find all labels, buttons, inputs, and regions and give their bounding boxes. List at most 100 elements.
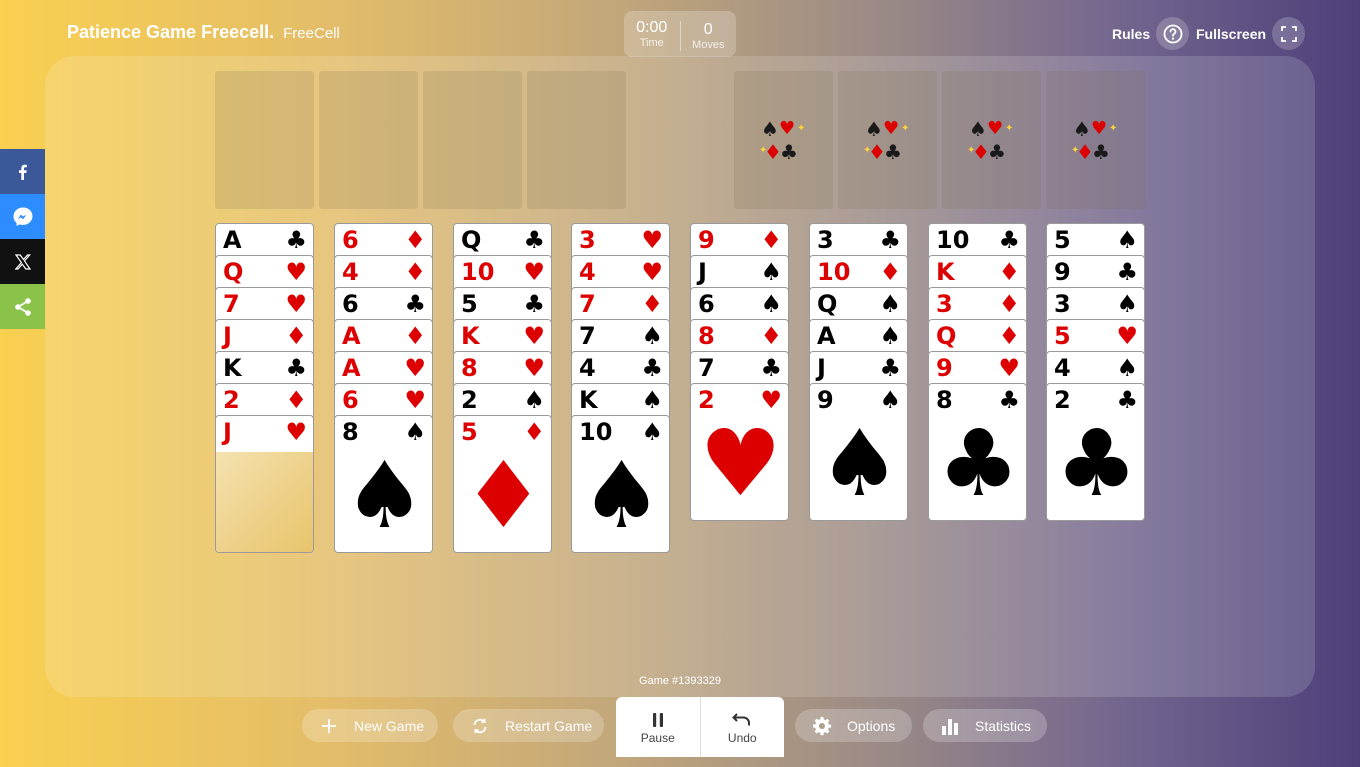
card-suit-large: ♣ bbox=[1055, 410, 1138, 517]
statistics-button[interactable]: Statistics bbox=[923, 709, 1047, 742]
card-suit: ♥ bbox=[641, 258, 663, 286]
card-suit: ♠ bbox=[879, 322, 901, 350]
svg-text:✦: ✦ bbox=[901, 123, 909, 134]
foundation-pile[interactable]: ♠ ♥ ♦ ♣ ✦ ✦ bbox=[838, 71, 937, 209]
fullscreen-label: Fullscreen bbox=[1196, 25, 1267, 42]
playing-card[interactable]: 8 ♠ ♠ bbox=[334, 415, 433, 553]
svg-text:✦: ✦ bbox=[760, 145, 767, 156]
card-rank: 4 bbox=[1054, 354, 1071, 382]
svg-text:♣: ♣ bbox=[884, 140, 902, 163]
plus-icon bbox=[318, 715, 340, 737]
pause-label: Pause bbox=[640, 731, 675, 745]
svg-text:♠: ♠ bbox=[865, 117, 883, 141]
playing-card[interactable]: 10 ♠ ♠ bbox=[571, 415, 670, 553]
time-value: 0:00 bbox=[636, 19, 668, 36]
brand-subtitle: FreeCell bbox=[283, 25, 340, 42]
fullscreen-button[interactable]: Fullscreen bbox=[1196, 17, 1306, 50]
free-cell[interactable] bbox=[319, 71, 418, 209]
free-cell[interactable] bbox=[215, 71, 314, 209]
card-suit: ♦ bbox=[760, 226, 782, 254]
share-icon[interactable] bbox=[0, 284, 45, 329]
card-suit: ♠ bbox=[760, 290, 782, 318]
card-rank: Q bbox=[817, 290, 838, 318]
moves-value: 0 bbox=[703, 21, 713, 38]
card-rank: J bbox=[698, 258, 707, 286]
card-suit: ♥ bbox=[998, 354, 1020, 382]
playing-card[interactable]: 2 ♣ ♣ bbox=[1046, 383, 1145, 521]
moves-label: Moves bbox=[692, 39, 725, 51]
restart-game-label: Restart Game bbox=[505, 717, 593, 734]
card-rank: 3 bbox=[817, 226, 834, 254]
undo-button[interactable]: Undo bbox=[699, 697, 785, 757]
svg-text:✦: ✦ bbox=[1005, 123, 1013, 134]
card-suit-large: ♣ bbox=[937, 410, 1020, 517]
card-rank: A bbox=[817, 322, 836, 350]
card-suit-large: ♦ bbox=[462, 442, 545, 549]
svg-text:✦: ✦ bbox=[797, 123, 805, 134]
card-rank: Q bbox=[461, 226, 482, 254]
card-rank: 9 bbox=[936, 354, 953, 382]
fullscreen-icon bbox=[1272, 17, 1306, 50]
card-suit: ♠ bbox=[641, 322, 663, 350]
playing-card[interactable]: 5 ♦ ♦ bbox=[453, 415, 552, 553]
card-suit: ♥ bbox=[523, 258, 545, 286]
playing-card[interactable]: 2 ♥ ♥ bbox=[690, 383, 789, 521]
card-suit: ♣ bbox=[404, 290, 426, 318]
pause-button[interactable]: Pause bbox=[616, 697, 700, 757]
card-rank: 10 bbox=[817, 258, 851, 286]
card-suit: ♦ bbox=[285, 322, 307, 350]
playing-card[interactable]: J ♥ bbox=[215, 415, 314, 553]
card-rank: A bbox=[342, 354, 361, 382]
svg-text:♥: ♥ bbox=[779, 118, 795, 139]
card-rank: 6 bbox=[342, 386, 359, 414]
pause-undo-panel: Pause Undo bbox=[616, 697, 784, 757]
restart-icon bbox=[469, 715, 491, 737]
playing-card[interactable]: 8 ♣ ♣ bbox=[928, 383, 1027, 521]
free-cell[interactable] bbox=[527, 71, 626, 209]
card-rank: 10 bbox=[461, 258, 495, 286]
card-rank: J bbox=[223, 322, 232, 350]
facebook-icon[interactable] bbox=[0, 149, 45, 194]
card-suit: ♣ bbox=[879, 354, 901, 382]
undo-icon bbox=[732, 709, 752, 731]
card-suit: ♦ bbox=[404, 258, 426, 286]
card-suit: ♠ bbox=[1116, 290, 1138, 318]
card-suit: ♣ bbox=[998, 226, 1020, 254]
brand-logo[interactable]: Patience Game Freecell. FreeCell bbox=[67, 22, 340, 43]
options-button[interactable]: Options bbox=[795, 709, 912, 742]
rules-button[interactable]: Rules bbox=[1112, 17, 1190, 50]
svg-text:♠: ♠ bbox=[761, 117, 779, 141]
playing-card[interactable]: 9 ♠ ♠ bbox=[809, 383, 908, 521]
free-cell[interactable] bbox=[423, 71, 522, 209]
card-suit: ♥ bbox=[523, 354, 545, 382]
svg-text:♣: ♣ bbox=[988, 140, 1006, 163]
messenger-icon[interactable] bbox=[0, 194, 45, 239]
card-suit: ♥ bbox=[523, 322, 545, 350]
card-suit-large: ♥ bbox=[699, 410, 782, 517]
card-suit: ♥ bbox=[285, 258, 307, 286]
card-rank: 7 bbox=[579, 322, 596, 350]
moves-stat: 0 Moves bbox=[679, 21, 737, 51]
pause-icon bbox=[652, 709, 664, 731]
new-game-button[interactable]: New Game bbox=[302, 709, 438, 742]
card-suit: ♦ bbox=[641, 290, 663, 318]
foundation-pile[interactable]: ♠ ♥ ♦ ♣ ✦ ✦ bbox=[734, 71, 833, 209]
foundation-pile[interactable]: ♠ ♥ ♦ ♣ ✦ ✦ bbox=[1046, 71, 1145, 209]
card-suit: ♦ bbox=[998, 322, 1020, 350]
brand-title: Patience Game Freecell. bbox=[67, 22, 275, 42]
share-sidebar bbox=[0, 149, 45, 329]
card-rank: 7 bbox=[579, 290, 596, 318]
card-suit-large: ♠ bbox=[580, 442, 663, 549]
card-rank: A bbox=[342, 322, 361, 350]
card-suit-large: ♠ bbox=[818, 410, 901, 517]
card-suit: ♥ bbox=[1116, 322, 1138, 350]
card-suit: ♠ bbox=[641, 386, 663, 414]
card-suit: ♠ bbox=[1116, 226, 1138, 254]
card-rank: 6 bbox=[342, 290, 359, 318]
x-icon[interactable] bbox=[0, 239, 45, 284]
card-rank: 3 bbox=[579, 226, 596, 254]
card-rank: 6 bbox=[342, 226, 359, 254]
foundation-pile[interactable]: ♠ ♥ ♦ ♣ ✦ ✦ bbox=[942, 71, 1041, 209]
card-suit: ♦ bbox=[285, 386, 307, 414]
restart-game-button[interactable]: Restart Game bbox=[453, 709, 604, 742]
